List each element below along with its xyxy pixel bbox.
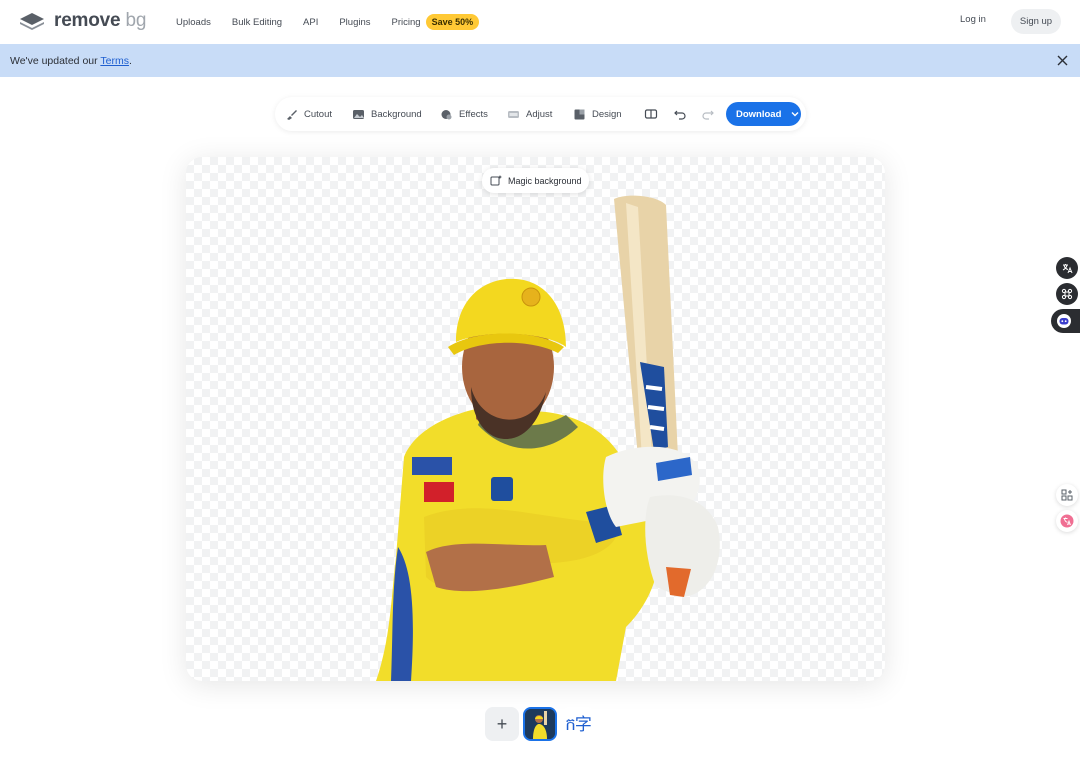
cutout-label: Cutout [304,108,332,120]
image-icon [353,109,364,119]
plus-icon: + [496,713,508,734]
adjust-tool[interactable]: Adjust [507,97,552,131]
promo-badge[interactable]: Save 50% [425,14,480,30]
thumbnail-active[interactable] [523,707,557,741]
add-image-button[interactable]: + [485,707,519,741]
bot-icon [1057,314,1071,328]
download-button[interactable]: Download [726,102,801,126]
nav-api[interactable]: API [303,17,318,28]
chevron-down-icon [791,112,799,117]
image-canvas[interactable]: Magic background [186,157,885,681]
close-icon[interactable] [1055,53,1070,68]
nav-pricing[interactable]: Pricing [392,17,421,28]
banner-message: We've updated our Terms. [10,54,132,67]
design-label: Design [592,108,622,120]
redo-icon[interactable] [701,107,715,121]
translate-light-widget[interactable] [1056,510,1078,532]
compare-icon[interactable] [644,107,658,121]
terms-banner: We've updated our Terms. [0,44,1080,77]
thumbnail-text: ក字 [565,714,592,735]
magic-background-label: Magic background [508,175,582,186]
terms-link[interactable]: Terms [100,55,129,67]
adjust-label: Adjust [526,108,553,120]
layout-widget[interactable] [1056,484,1078,506]
main-nav: Uploads Bulk Editing API Plugins Pricing… [176,0,480,44]
adjust-icon [508,110,519,118]
logo[interactable]: remove bg [18,10,146,32]
top-header: remove bg Uploads Bulk Editing API Plugi… [0,0,1080,44]
background-label: Background [371,108,422,120]
sparkle-image-icon [490,175,502,186]
undo-icon[interactable] [673,107,687,121]
design-icon [574,109,585,119]
nav-plugins[interactable]: Plugins [339,17,370,28]
thumbnail-text-image[interactable]: ក字 [561,707,595,741]
magic-background-button[interactable]: Magic background [482,168,589,193]
cricketer-thumbnail-image [525,709,555,739]
design-tool[interactable]: Design [573,97,622,131]
logo-text: remove bg [54,10,147,31]
effects-tool[interactable]: Effects [440,97,488,131]
cutout-tool[interactable]: Cutout [285,97,332,131]
translate-icon [1062,264,1073,274]
signup-button[interactable]: Sign up [1011,9,1061,34]
brush-icon [287,109,297,120]
logo-layers-icon [20,13,44,30]
assistant-widget[interactable] [1051,309,1080,333]
effects-icon [441,109,452,119]
download-label: Download [736,108,782,120]
subject-cutout-image [376,195,720,681]
login-link[interactable]: Log in [960,14,986,25]
translate-pink-icon [1060,514,1074,528]
translate-widget[interactable] [1056,257,1078,279]
nav-uploads[interactable]: Uploads [176,17,211,28]
editor-toolbar: Cutout Background Effects Adjust Design … [275,97,806,131]
apps-widget[interactable] [1056,283,1078,305]
grid-plus-icon [1061,489,1073,501]
command-icon [1061,288,1073,300]
background-tool[interactable]: Background [352,97,422,131]
effects-label: Effects [459,108,488,120]
nav-bulk-editing[interactable]: Bulk Editing [232,17,282,28]
